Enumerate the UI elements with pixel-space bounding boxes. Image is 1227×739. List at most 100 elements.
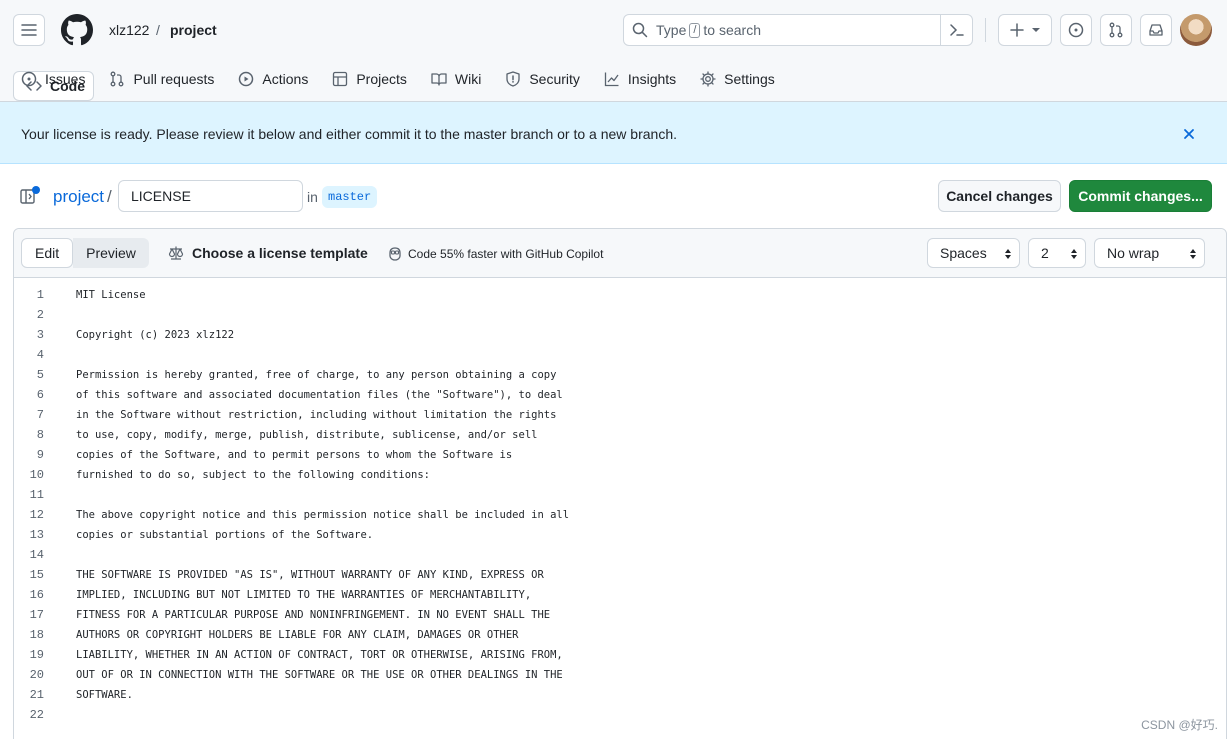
line-number: 18 [29,628,44,642]
line-number: 12 [29,508,44,522]
gear-icon [700,71,716,87]
code-line[interactable]: to use, copy, modify, merge, publish, di… [76,429,537,441]
cancel-changes-button[interactable]: Cancel changes [938,180,1061,212]
tab-actions[interactable]: Actions [230,62,316,96]
license-ready-banner: Your license is ready. Please review it … [0,102,1227,164]
watermark: CSDN @好巧. [1141,718,1218,732]
code-line[interactable]: AUTHORS OR COPYRIGHT HOLDERS BE LIABLE F… [76,629,519,641]
issues-button[interactable] [1060,14,1092,46]
code-line[interactable]: copies of the Software, and to permit pe… [76,449,512,461]
wrap-mode-select[interactable]: No wrap [1094,238,1205,268]
code-editor: Edit Preview Choose a license template C… [13,228,1227,739]
line-number: 21 [29,688,44,702]
tab-issues[interactable]: Issues [13,62,93,96]
pull-request-icon [111,71,124,87]
code-line[interactable]: Permission is hereby granted, free of ch… [76,369,556,381]
code-line[interactable]: OUT OF OR IN CONNECTION WITH THE SOFTWAR… [76,669,563,681]
editor-toolbar: Edit Preview Choose a license template C… [14,229,1226,278]
code-line[interactable]: Copyright (c) 2023 xlz122 [76,329,234,341]
license-template-button[interactable]: Choose a license template [168,245,368,261]
code-line[interactable]: of this software and associated document… [76,389,563,401]
indent-size-select[interactable]: 2 [1028,238,1086,268]
line-number: 3 [36,328,44,342]
tab-label: Actions [262,71,309,87]
code-line[interactable]: MIT License [76,289,146,301]
code-line[interactable]: SOFTWARE. [76,689,133,701]
tab-label: Security [529,71,580,87]
line-number: 14 [29,548,44,562]
code-line[interactable]: in the Software without restriction, inc… [76,409,556,421]
line-number: 10 [29,468,44,482]
tab-settings[interactable]: Settings [692,62,783,96]
copilot-icon [389,247,401,261]
line-number: 2 [36,308,44,322]
line-number: 16 [29,588,44,602]
user-avatar[interactable] [1180,14,1212,46]
code-line[interactable]: FITNESS FOR A PARTICULAR PURPOSE AND NON… [76,609,550,621]
owner-link[interactable]: xlz122 [109,22,149,38]
law-icon [168,246,184,260]
line-number: 15 [29,568,44,582]
copilot-promo-link[interactable]: Code 55% faster with GitHub Copilot [387,246,603,262]
breadcrumb-separator: / [156,22,160,38]
hamburger-icon [21,24,37,36]
tab-pull-requests[interactable]: Pull requests [101,62,222,96]
tab-security[interactable]: Security [497,62,588,96]
repo-link[interactable]: project [170,22,217,38]
github-logo-icon[interactable] [61,14,93,46]
triangle-down-icon [1032,28,1040,32]
indent-mode-value: Spaces [940,245,987,261]
line-number: 11 [29,488,44,502]
close-icon[interactable] [1181,126,1197,142]
play-icon [239,71,254,87]
tab-projects[interactable]: Projects [324,62,415,96]
copilot-label: Code 55% faster with GitHub Copilot [408,247,604,261]
code-line[interactable]: IMPLIED, INCLUDING BUT NOT LIMITED TO TH… [76,589,531,601]
in-label: in [307,189,318,205]
inbox-button[interactable] [1140,14,1172,46]
code-line[interactable]: copies or substantial portions of the So… [76,529,373,541]
book-icon [431,73,447,86]
tab-insights[interactable]: Insights [596,62,684,96]
file-tree-toggle-icon[interactable] [19,186,41,206]
code-line[interactable]: furnished to do so, subject to the follo… [76,469,430,481]
branch-badge[interactable]: master [322,186,378,208]
search-input[interactable]: Type / to search [623,14,973,46]
line-number: 1 [36,288,44,302]
menu-button[interactable] [13,14,45,46]
repo-breadcrumb-link[interactable]: project [53,187,104,207]
code-line[interactable]: LIABILITY, WHETHER IN AN ACTION OF CONTR… [76,649,563,661]
terminal-icon [949,24,964,36]
code-line[interactable]: The above copyright notice and this perm… [76,509,569,521]
line-number: 17 [29,608,44,622]
select-arrows-icon [1190,249,1196,259]
line-number: 9 [36,448,44,462]
preview-tab[interactable]: Preview [73,238,149,268]
repo-nav: Code Issues Pull requests Actions Projec… [13,62,791,106]
indent-size-value: 2 [1041,245,1049,261]
template-label: Choose a license template [192,245,368,261]
tab-label: Wiki [454,71,482,87]
search-icon [632,22,648,38]
select-arrows-icon [1005,249,1011,259]
pull-requests-button[interactable] [1100,14,1132,46]
line-number: 13 [29,528,44,542]
edit-tab[interactable]: Edit [21,238,74,268]
path-separator: / [107,187,112,206]
tab-label: Settings [724,71,775,87]
line-number: 22 [29,708,44,722]
wrap-mode-value: No wrap [1107,245,1160,261]
line-number: 5 [36,368,44,382]
edit-preview-toggle: Edit Preview [21,238,149,268]
code-line[interactable]: THE SOFTWARE IS PROVIDED "AS IS", WITHOU… [76,569,544,581]
line-number: 19 [29,648,44,662]
create-new-button[interactable] [998,14,1052,46]
search-shortcut-key: / [689,22,701,38]
tab-wiki[interactable]: Wiki [423,62,489,96]
commit-changes-button[interactable]: Commit changes... [1069,180,1212,212]
tab-label: Projects [356,71,407,87]
graph-icon [604,72,619,87]
filename-input[interactable] [118,180,303,212]
indent-mode-select[interactable]: Spaces [927,238,1020,268]
command-palette-button[interactable] [940,15,972,45]
